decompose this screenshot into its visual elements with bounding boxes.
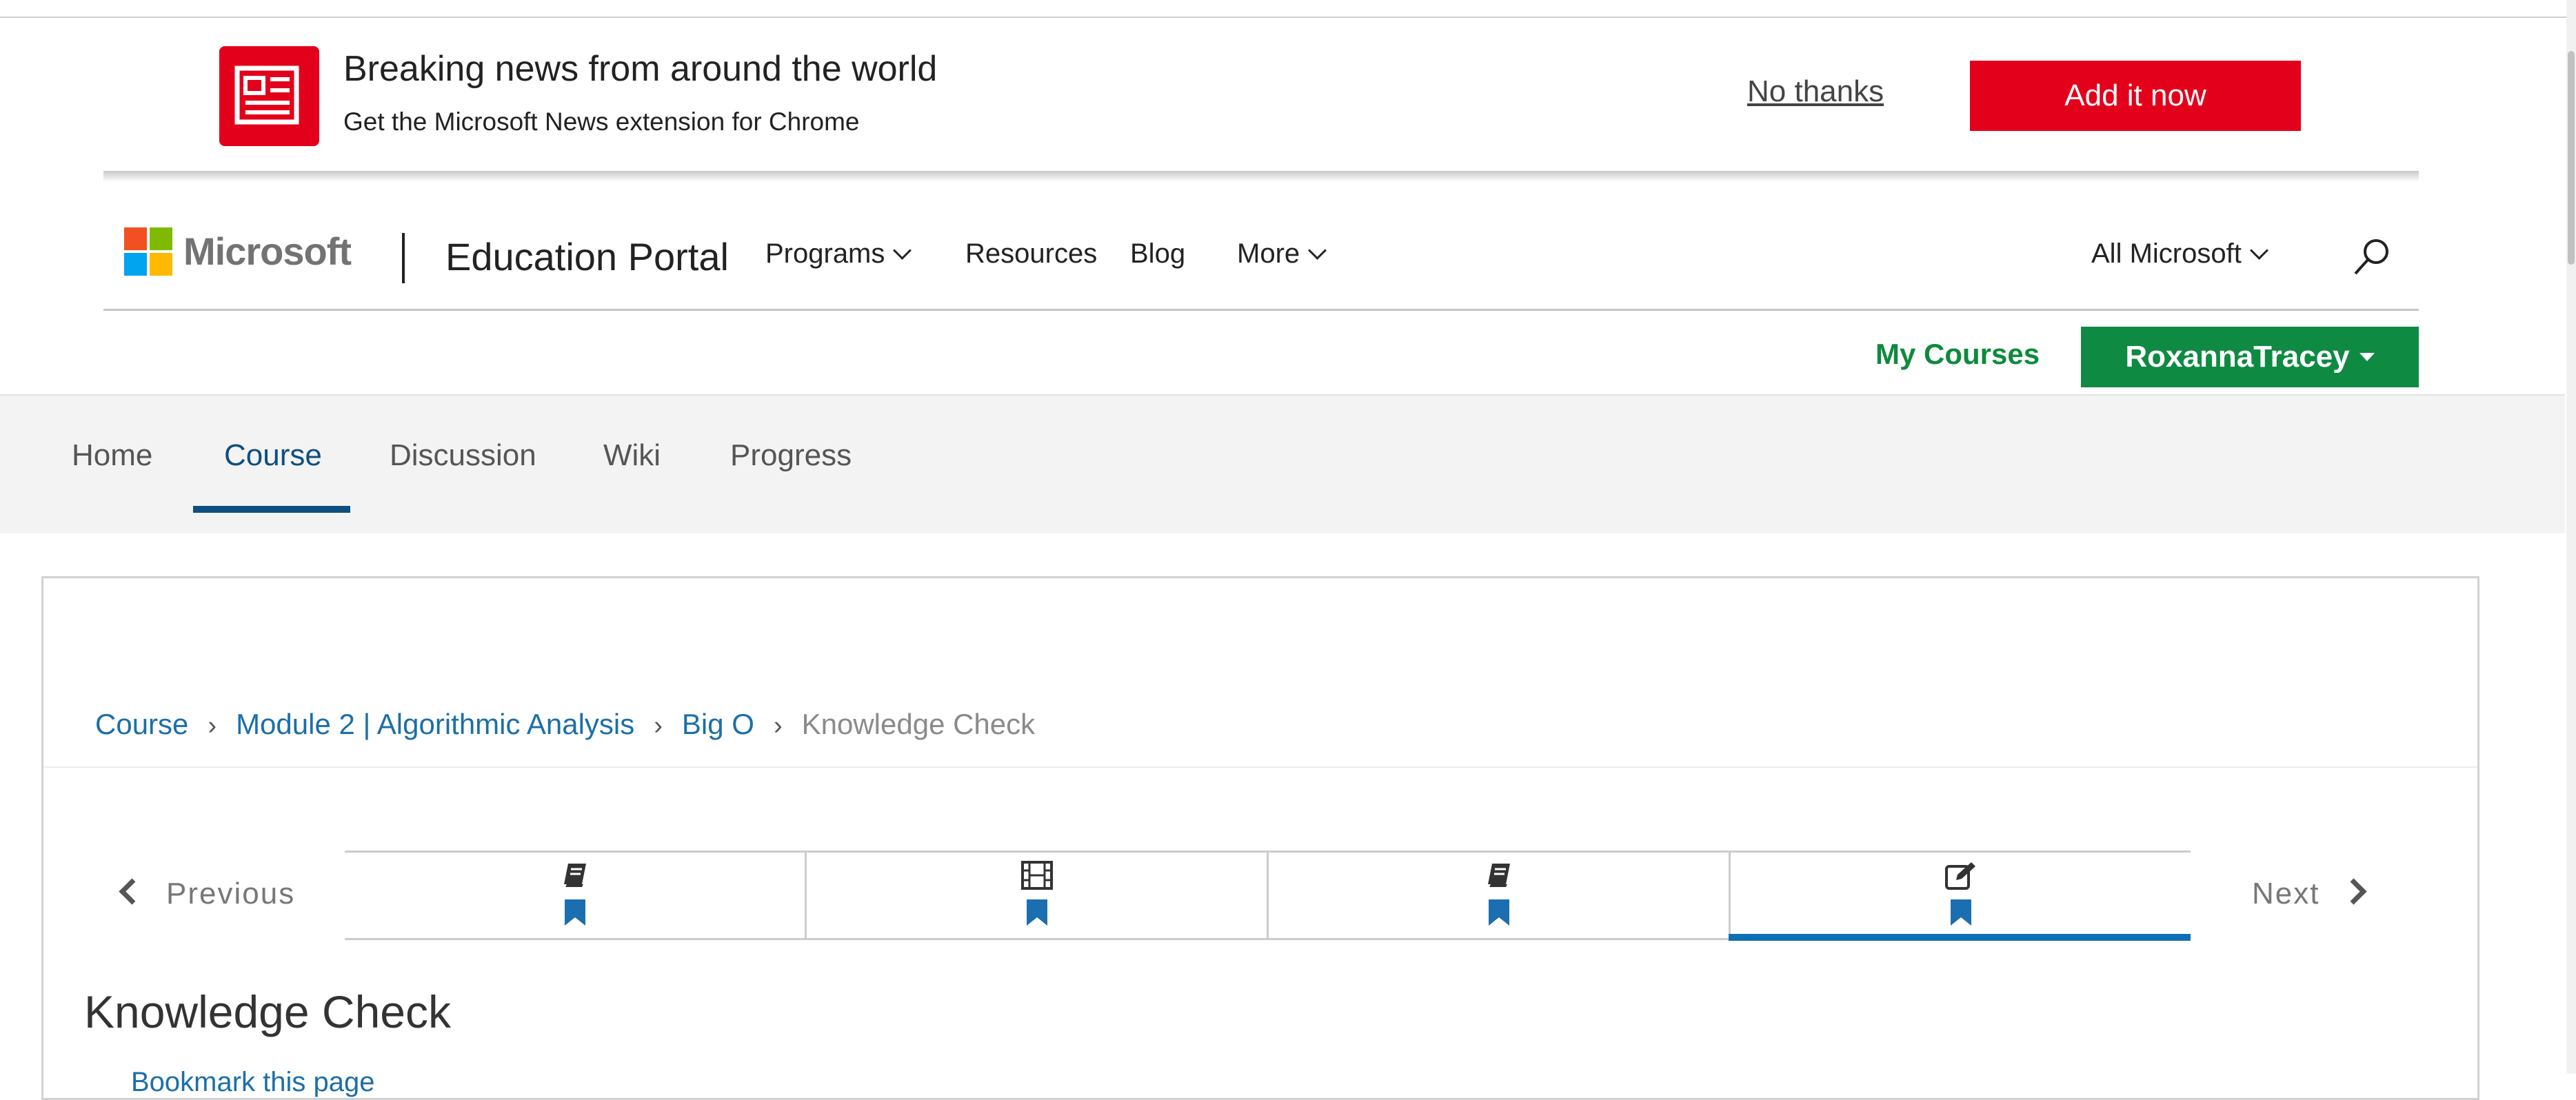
- previous-label: Previous: [166, 877, 296, 910]
- news-icon: [219, 46, 319, 146]
- unit-title: Knowledge Check: [84, 986, 451, 1037]
- tab-wiki-label: Wiki: [603, 438, 661, 472]
- chevron-down-icon: [893, 241, 912, 260]
- tab-wiki[interactable]: Wiki: [603, 438, 661, 473]
- header-rule: [103, 309, 2419, 311]
- tab-progress-label: Progress: [730, 438, 852, 472]
- all-microsoft-label: All Microsoft: [2091, 238, 2242, 269]
- bookmark-link[interactable]: Bookmark this page: [131, 1067, 375, 1098]
- nav-resources-label: Resources: [965, 238, 1098, 269]
- breadcrumb-section[interactable]: Big O: [682, 708, 754, 740]
- breadcrumb-module[interactable]: Module 2 | Algorithmic Analysis: [236, 708, 634, 740]
- username: RoxannaTracey: [2125, 340, 2350, 374]
- nav-blog-label: Blog: [1130, 238, 1186, 269]
- promo-subtitle: Get the Microsoft News extension for Chr…: [343, 108, 860, 136]
- breadcrumb-course[interactable]: Course: [95, 708, 188, 740]
- nav-more-label: More: [1237, 238, 1300, 269]
- caret-down-icon: [2359, 353, 2375, 361]
- previous-button[interactable]: Previous: [119, 877, 296, 911]
- next-label: Next: [2252, 877, 2320, 910]
- book-icon: [1485, 861, 1513, 892]
- unit-tab-4-active[interactable]: [1731, 853, 2191, 938]
- unit-sequence: [345, 851, 2191, 940]
- all-microsoft-menu[interactable]: All Microsoft: [2091, 238, 2268, 269]
- nav-blog[interactable]: Blog: [1130, 238, 1185, 269]
- film-icon: [1020, 861, 1053, 893]
- banner-shadow: [103, 171, 2419, 182]
- unit-tab-1[interactable]: [345, 853, 807, 938]
- next-button[interactable]: Next: [2252, 877, 2368, 911]
- nav-programs[interactable]: Programs: [765, 238, 912, 269]
- book-icon: [561, 861, 589, 892]
- bookmark-icon: [1950, 899, 1971, 929]
- nav-more[interactable]: More: [1237, 238, 1327, 269]
- active-tab-indicator: [193, 506, 350, 513]
- promo-title: Breaking news from around the world: [343, 49, 938, 89]
- user-menu-button[interactable]: RoxannaTracey: [2081, 327, 2419, 387]
- chevron-right-icon: ›: [773, 711, 783, 740]
- my-courses-link[interactable]: My Courses: [1875, 338, 2040, 371]
- unit-tab-3[interactable]: [1269, 853, 1731, 938]
- bookmark-icon: [1026, 899, 1047, 929]
- add-it-now-button[interactable]: Add it now: [1970, 61, 2301, 131]
- nav-resources[interactable]: Resources: [965, 238, 1097, 269]
- chevron-right-icon: ›: [654, 711, 663, 740]
- microsoft-logo-icon[interactable]: [124, 227, 172, 276]
- breadcrumb: Course › Module 2 | Algorithmic Analysis › B…: [95, 708, 1035, 741]
- portal-title[interactable]: Education Portal: [445, 234, 729, 279]
- bookmark-icon: [564, 899, 585, 929]
- tab-progress[interactable]: Progress: [730, 438, 852, 473]
- tab-discussion-label: Discussion: [390, 438, 536, 472]
- tab-home-label: Home: [72, 438, 153, 472]
- search-icon[interactable]: [2353, 236, 2391, 281]
- chevron-down-icon: [1308, 241, 1327, 260]
- header-divider: [402, 233, 405, 283]
- chevron-right-icon: [2340, 878, 2368, 905]
- active-unit-indicator: [1729, 934, 2191, 941]
- unit-tab-2[interactable]: [807, 853, 1269, 938]
- chevron-left-icon: [119, 878, 145, 905]
- tab-home[interactable]: Home: [72, 438, 152, 473]
- nav-programs-label: Programs: [765, 238, 885, 269]
- breadcrumb-rule: [43, 766, 2477, 768]
- chevron-right-icon: ›: [208, 711, 217, 740]
- tab-course[interactable]: Course: [224, 438, 322, 473]
- scrollbar-thumb[interactable]: [2568, 51, 2575, 265]
- no-thanks-link[interactable]: No thanks: [1747, 74, 1884, 109]
- edit-icon: [1944, 861, 1977, 893]
- course-tabs-bar: [0, 394, 2565, 533]
- breadcrumb-current: Knowledge Check: [801, 708, 1036, 740]
- microsoft-wordmark[interactable]: Microsoft: [183, 229, 352, 274]
- tab-course-label: Course: [224, 438, 322, 472]
- tab-discussion[interactable]: Discussion: [390, 438, 536, 473]
- bookmark-icon: [1488, 899, 1509, 929]
- chevron-down-icon: [2249, 241, 2268, 260]
